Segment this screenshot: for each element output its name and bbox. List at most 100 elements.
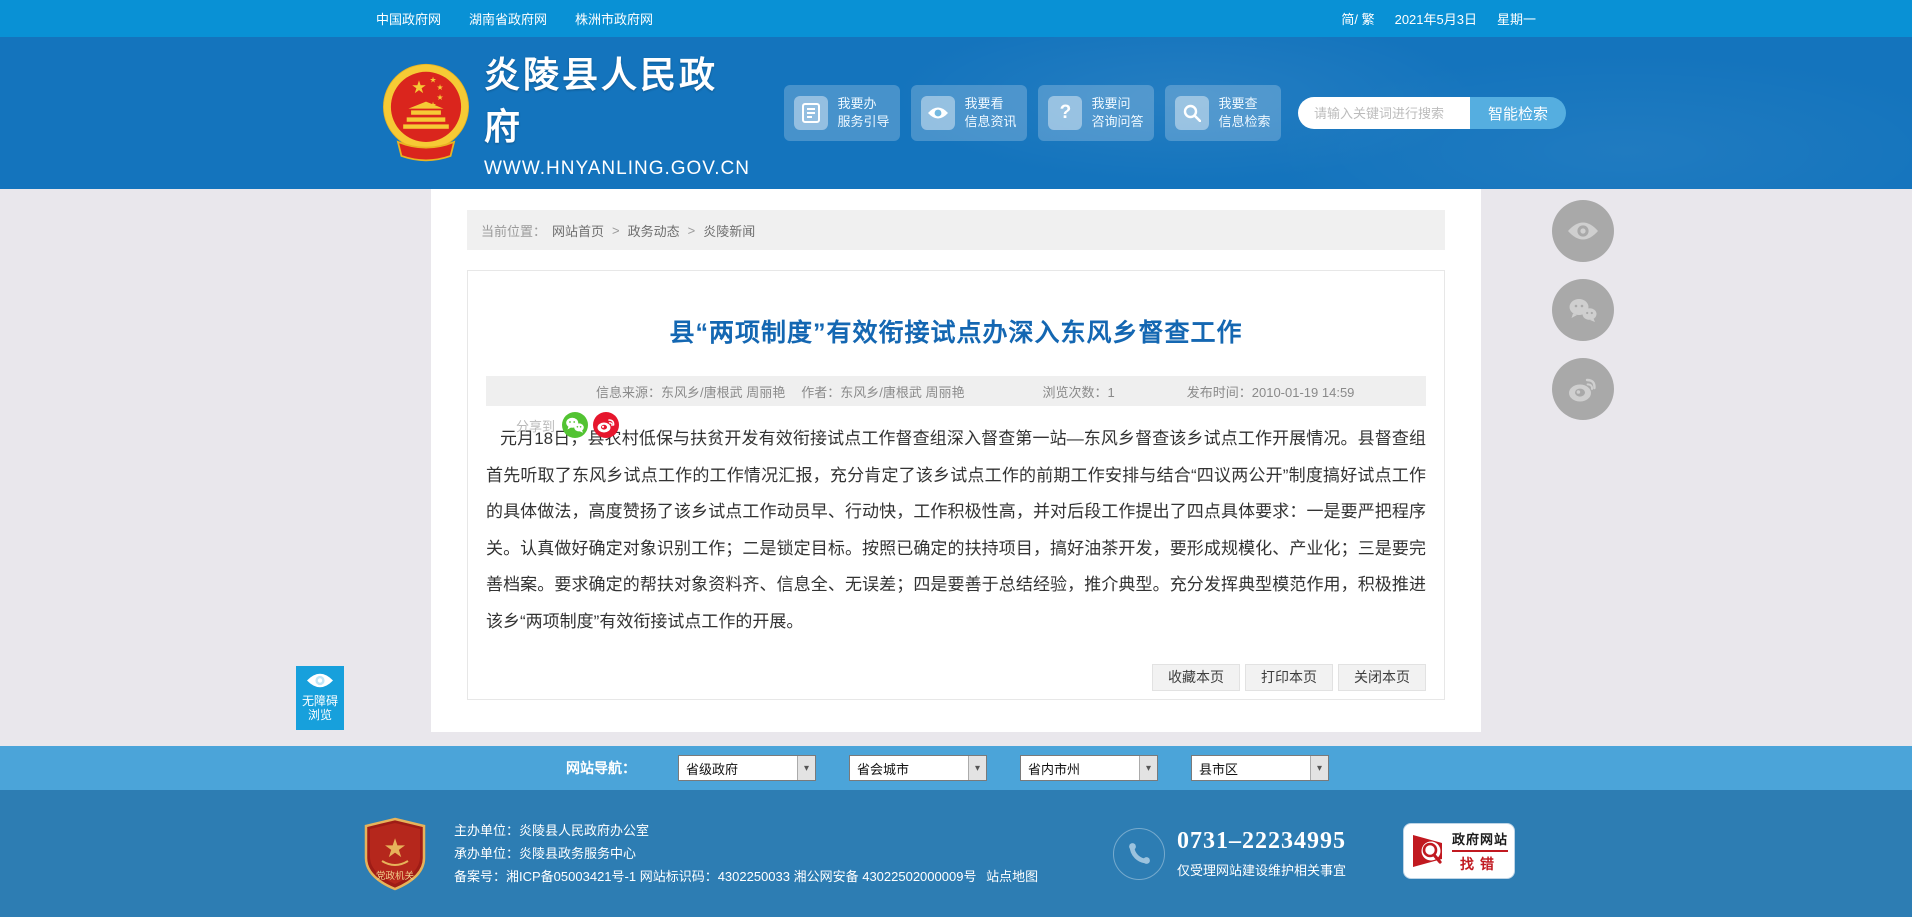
print-page-button[interactable]: 打印本页 (1245, 664, 1333, 691)
site-nav-label: 网站导航： (566, 760, 636, 776)
error-magnifier-icon (1413, 835, 1442, 867)
site-url: WWW.HNYANLING.GOV.CN (484, 158, 750, 179)
svg-text:★: ★ (383, 834, 406, 864)
weibo-share-button[interactable] (1552, 358, 1614, 420)
link-hunan-gov[interactable]: 湖南省政府网 (469, 9, 547, 28)
access-label-line2: 浏览 (307, 708, 332, 722)
icp-label: 备案号： (454, 869, 507, 884)
chevron-down-icon: ▾ (797, 756, 815, 780)
phone-note: 仅受理网站建设维护相关事宜 (1177, 863, 1347, 878)
breadcrumb-label: 当前位置： (481, 223, 547, 239)
footer-phone-block: 0731–22234995 仅受理网站建设维护相关事宜 (1113, 828, 1346, 880)
error-badge-line2: 找错 (1460, 855, 1500, 872)
party-gov-badge[interactable]: ★ 党政机关 (362, 817, 428, 891)
nav-select-provincial-gov[interactable]: 省级政府 ▾ (678, 755, 816, 781)
meta-views-label: 浏览次数： (1042, 384, 1108, 400)
qbtn-label-line2: 服务引导 (837, 114, 890, 129)
button-search-info[interactable]: 我要查 信息检索 (1164, 85, 1281, 141)
meta-author-label: 作者： (801, 384, 841, 400)
badge-label: 党政机关 (376, 870, 415, 882)
weibo-icon[interactable] (593, 412, 620, 438)
qbtn-label-line2: 咨询问答 (1091, 114, 1144, 129)
meta-views-value: 1 (1107, 384, 1115, 400)
gov-links: 中国政府网 湖南省政府网 株洲市政府网 (376, 9, 653, 28)
breadcrumb-gov-news[interactable]: 政务动态 (628, 221, 680, 240)
breadcrumb-home[interactable]: 网站首页 (552, 221, 604, 240)
article-box: 县“两项制度”有效衔接试点办深入东风乡督查工作 信息来源：东风乡/唐根武 周丽艳… (467, 270, 1445, 700)
current-date: 2021年5月3日 (1394, 12, 1477, 27)
chevron-down-icon: ▾ (1139, 756, 1157, 780)
quick-entry-buttons: 我要办 服务引导 我要看 信息资讯 ? 我要问 咨询问答 我要查 信息检索 (783, 85, 1281, 141)
gov-site-error-report-badge[interactable]: 政府网站 找错 (1403, 823, 1515, 879)
breadcrumb-separator: > (687, 222, 696, 238)
breadcrumb-separator: > (612, 222, 620, 238)
site-header: ★ ★ ★ ★ ★ 炎陵县人民政府 WWW.HNYANLING.GOV.CN 我… (0, 37, 1912, 189)
breadcrumb-yanling-news[interactable]: 炎陵新闻 (703, 221, 755, 240)
accessible-browsing-button[interactable]: 无障碍 浏览 (296, 666, 344, 730)
nav-select-capital-cities[interactable]: 省会城市 ▾ (849, 755, 987, 781)
search-icon (1175, 96, 1210, 130)
organizer-value: 炎陵县人民政府办公室 (519, 823, 650, 838)
access-label-line1: 无障碍 (301, 694, 338, 708)
nav-select-value: 省内市州 (1028, 761, 1081, 777)
wechat-icon[interactable] (562, 412, 589, 438)
sitemap-link[interactable]: 站点地图 (986, 869, 1038, 884)
link-zhuzhou-gov[interactable]: 株洲市政府网 (575, 9, 653, 28)
qbtn-label-line1: 我要看 (964, 96, 1004, 111)
meta-source-label: 信息来源： (596, 384, 662, 400)
smart-search-button[interactable]: 智能检索 (1469, 97, 1566, 129)
nav-select-province-cities[interactable]: 省内市州 ▾ (1020, 755, 1158, 781)
svg-text:★: ★ (411, 78, 427, 98)
meta-author-value: 东风乡/唐根武 周丽艳 (840, 384, 965, 400)
lang-toggle[interactable]: 简/ 繁 (1341, 9, 1374, 28)
nav-select-value: 省级政府 (686, 761, 739, 777)
content-card: 当前位置： 网站首页 > 政务动态 > 炎陵新闻 县“两项制度”有效衔接试点办深… (431, 189, 1481, 732)
article-meta-bar: 信息来源：东风乡/唐根武 周丽艳 作者：东风乡/唐根武 周丽艳 浏览次数：1 发… (486, 376, 1426, 406)
svg-text:★: ★ (437, 93, 444, 102)
button-info-news[interactable]: 我要看 信息资讯 (910, 85, 1027, 141)
undertaker-label: 承办单位： (454, 846, 520, 861)
top-bar: 中国政府网 湖南省政府网 株洲市政府网 简/ 繁 2021年5月3日 星期一 (0, 0, 1912, 37)
share-label: 分享到 (516, 418, 556, 434)
accessibility-eye-button[interactable] (1552, 200, 1614, 262)
current-weekday: 星期一 (1496, 12, 1536, 27)
icp-value: 湘ICP备05003421号-1 网站标识码：4302250033 湘公网安备 … (506, 869, 977, 884)
undertaker-value: 炎陵县政务服务中心 (519, 846, 637, 861)
bookmark-page-button[interactable]: 收藏本页 (1152, 664, 1240, 691)
qbtn-label-line1: 我要查 (1218, 96, 1258, 111)
chevron-down-icon: ▾ (968, 756, 986, 780)
wechat-icon (1569, 299, 1597, 322)
article-body: 元月18日，县农村低保与扶贫开发有效衔接试点工作督查组深入督查第一站—东风乡督查… (486, 429, 1426, 631)
article-actions: 收藏本页 打印本页 关闭本页 (1152, 664, 1426, 691)
main-area: 当前位置： 网站首页 > 政务动态 > 炎陵新闻 县“两项制度”有效衔接试点办深… (0, 189, 1912, 746)
weibo-icon (1569, 378, 1596, 402)
national-emblem: ★ ★ ★ ★ ★ (383, 63, 469, 162)
meta-time-value: 2010-01-19 14:59 (1251, 384, 1355, 400)
nav-select-value: 省会城市 (857, 761, 910, 777)
eye-icon (1568, 222, 1598, 240)
close-page-button[interactable]: 关闭本页 (1338, 664, 1426, 691)
site-title[interactable]: 炎陵县人民政府 (484, 46, 750, 150)
document-icon (794, 96, 829, 130)
eye-icon (307, 673, 333, 688)
button-ask-qa[interactable]: ? 我要问 咨询问答 (1037, 85, 1154, 141)
search-input[interactable] (1297, 97, 1470, 129)
chevron-down-icon: ▾ (1310, 756, 1328, 780)
search-box: 智能检索 (1297, 97, 1566, 129)
qbtn-label-line2: 信息资讯 (964, 114, 1017, 129)
article-title: 县“两项制度”有效衔接试点办深入东风乡督查工作 (669, 319, 1243, 347)
eye-icon (921, 96, 956, 130)
phone-number: 0731–22234995 (1177, 828, 1346, 854)
error-badge-line1: 政府网站 (1452, 829, 1509, 852)
wechat-share-button[interactable] (1552, 279, 1614, 341)
qbtn-label-line1: 我要问 (1091, 96, 1131, 111)
nav-select-counties[interactable]: 县市区 ▾ (1191, 755, 1329, 781)
button-service-guide[interactable]: 我要办 服务引导 (783, 85, 900, 141)
meta-source-value: 东风乡/唐根武 周丽艳 (661, 384, 786, 400)
svg-text:★: ★ (437, 83, 444, 92)
qbtn-label-line1: 我要办 (837, 96, 877, 111)
phone-icon (1113, 828, 1165, 880)
qbtn-label-line2: 信息检索 (1218, 114, 1271, 129)
link-china-gov[interactable]: 中国政府网 (376, 9, 441, 28)
nav-select-value: 县市区 (1199, 761, 1239, 777)
